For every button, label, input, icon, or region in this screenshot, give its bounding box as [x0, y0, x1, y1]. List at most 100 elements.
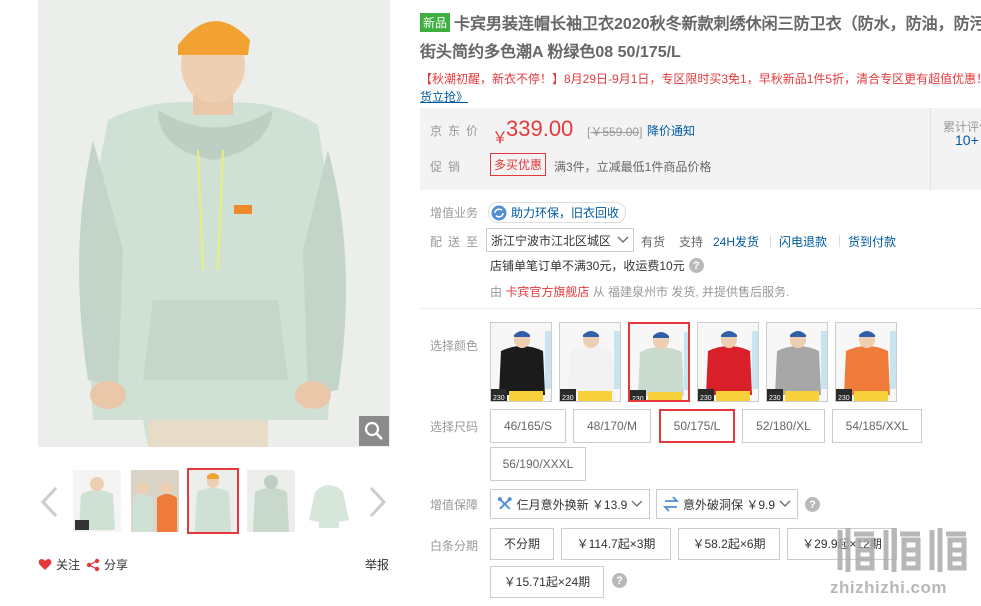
watermark-text: zhizhizhi.com	[830, 578, 947, 597]
color-swatch-orange[interactable]: 230	[835, 322, 897, 402]
product-title: 新品 卡宾男装连帽长袖卫衣2020秋冬新款刺绣休闲三防卫衣（防水，防油，防污）	[420, 10, 981, 34]
recycle-icon	[491, 205, 507, 220]
seller-info: 由 卡宾官方旗舰店 从 福建泉州市 发货, 并提供售后服务.	[490, 283, 789, 300]
installment-option[interactable]: 不分期	[490, 528, 554, 560]
promo-banner-text: 【秋潮初醒，新衣不停！】8月29日-9月1日，专区限时买3免1，早秋新品1件5折…	[420, 72, 981, 86]
installment-option[interactable]: ￥58.2起×6期	[678, 528, 780, 560]
promo-link[interactable]: 货立抢》	[420, 88, 468, 105]
support-label: 支持	[679, 235, 704, 249]
review-count: 10+	[955, 132, 979, 148]
region-select[interactable]: 浙江宁波市江北区城区	[486, 228, 634, 252]
product-title-line2: 街头简约多色潮A 粉绿色08 50/175/L	[420, 44, 681, 61]
magnifier-icon	[364, 421, 383, 440]
installment-option[interactable]: ￥15.71起×24期	[490, 566, 604, 598]
tools-icon	[497, 497, 512, 510]
color-swatch-image: 230	[560, 323, 620, 402]
swatch-price-caption: 230	[493, 395, 505, 402]
flash-refund-link[interactable]: 闪电退款	[779, 233, 827, 250]
shipping-fee-notice: 店铺单笔订单不满30元，收运费10元 ?	[490, 257, 704, 274]
size-option-selected[interactable]: 50/175/L	[659, 409, 735, 443]
installment-option[interactable]: ￥114.7起×3期	[561, 528, 671, 560]
share-label: 分享	[104, 558, 129, 572]
color-swatch-black[interactable]: 230	[490, 322, 552, 402]
follow-button[interactable]: 关注	[38, 556, 80, 573]
color-swatch-image: 230	[767, 323, 827, 402]
store-link[interactable]: 卡宾官方旗舰店	[505, 285, 589, 299]
swatch-price-caption: 230	[632, 396, 644, 402]
size-option[interactable]: 52/180/XL	[742, 409, 825, 443]
color-swatch-mint[interactable]: 230	[628, 322, 690, 402]
insurance-select-hole[interactable]: 意外破洞保 ￥9.9	[656, 489, 798, 519]
size-option[interactable]: 46/165/S	[490, 409, 566, 443]
color-swatch-red[interactable]: 230	[697, 322, 759, 402]
section-divider	[420, 308, 981, 309]
help-icon[interactable]: ?	[688, 258, 704, 273]
zoom-button[interactable]	[359, 416, 389, 446]
thumbnail-2[interactable]	[129, 468, 181, 534]
new-badge: 新品	[420, 13, 451, 32]
swatch-price-caption: 230	[700, 395, 712, 402]
seller-prefix: 由	[490, 285, 503, 299]
chevron-down-icon	[617, 236, 629, 243]
recycle-service-chip[interactable]: 助力环保，旧衣回收	[488, 202, 627, 223]
report-link[interactable]: 举报	[365, 556, 389, 573]
price-label: 京东价	[430, 124, 485, 138]
model-photo	[38, 0, 390, 447]
size-option[interactable]: 48/170/M	[573, 409, 651, 443]
value-service-label: 增值业务	[430, 206, 479, 220]
color-swatch-image: 230	[630, 324, 688, 402]
help-icon[interactable]: ?	[612, 573, 627, 588]
main-product-image	[38, 0, 390, 447]
color-swatch-white[interactable]: 230	[559, 322, 621, 402]
insurance-option-2: 意外破洞保 ￥9.9	[682, 497, 776, 512]
product-title-text: 卡宾男装连帽长袖卫衣2020秋冬新款刺绣休闲三防卫衣（防水，防油，防污）	[454, 16, 981, 33]
cash-on-delivery-link[interactable]: 货到付款	[848, 233, 896, 250]
chevron-down-icon	[631, 500, 643, 507]
delivery-label: 配送至	[430, 235, 485, 249]
swap-icon	[663, 496, 679, 512]
size-option[interactable]: 54/185/XXL	[832, 409, 922, 443]
stock-status: 有货	[641, 235, 666, 249]
chevron-left-icon[interactable]	[38, 485, 60, 519]
swatch-price-caption: 230	[838, 395, 850, 402]
divider	[770, 235, 771, 247]
seller-suffix: 从 福建泉州市 发货, 并提供售后服务.	[592, 285, 790, 299]
help-icon[interactable]: ?	[805, 497, 820, 512]
divider	[839, 235, 840, 247]
swatch-price-caption: 230	[769, 395, 781, 402]
price-notify-link[interactable]: 降价通知	[647, 122, 695, 139]
region-value: 浙江宁波市江北区城区	[491, 233, 612, 248]
thumbnail-1[interactable]	[71, 468, 123, 534]
color-swatch-image: 230	[698, 323, 758, 402]
share-icon	[86, 558, 100, 571]
size-label: 选择尺码	[430, 420, 479, 434]
thumbnail-5[interactable]	[303, 468, 355, 534]
insurance-option-1: 仨月意外换新 ￥13.9	[516, 497, 628, 512]
color-swatch-grey[interactable]: 230	[766, 322, 828, 402]
follow-label: 关注	[56, 558, 81, 572]
price-panel: 京东价 ￥ 339.00 [￥559.00] 降价通知 促销 多买优惠 满3件，…	[420, 108, 981, 190]
swatch-price-caption: 230	[562, 395, 574, 402]
insurance-label: 增值保障	[430, 498, 479, 512]
chevron-right-icon[interactable]	[367, 485, 389, 519]
delivery-24h-badge[interactable]: 24H发货	[713, 233, 759, 250]
shipping-fee-text: 店铺单笔订单不满30元，收运费10元	[490, 259, 685, 273]
thumbnail-4[interactable]	[245, 468, 297, 534]
color-swatch-image: 230	[491, 323, 551, 402]
color-label: 选择颜色	[430, 339, 479, 353]
review-summary[interactable]: 累计评价 10+	[930, 108, 981, 190]
installment-label: 白条分期	[430, 539, 479, 553]
heart-icon	[38, 558, 52, 570]
size-option[interactable]: 56/190/XXXL	[490, 447, 586, 481]
insurance-select-replacement[interactable]: 仨月意外换新 ￥13.9	[490, 489, 650, 519]
promo-description: 满3件，立减最低1件商品价格	[554, 160, 712, 174]
installment-option[interactable]: ￥29.9起×12期	[787, 528, 897, 560]
promo-badge[interactable]: 多买优惠	[490, 153, 547, 176]
promo-label: 促销	[430, 160, 467, 174]
chevron-down-icon	[779, 500, 791, 507]
recycle-service-label: 助力环保，旧衣回收	[511, 206, 620, 220]
share-button[interactable]: 分享	[86, 556, 128, 573]
thumbnail-3[interactable]	[187, 468, 239, 534]
price-value: 339.00	[506, 116, 574, 141]
color-swatch-image: 230	[836, 323, 896, 402]
